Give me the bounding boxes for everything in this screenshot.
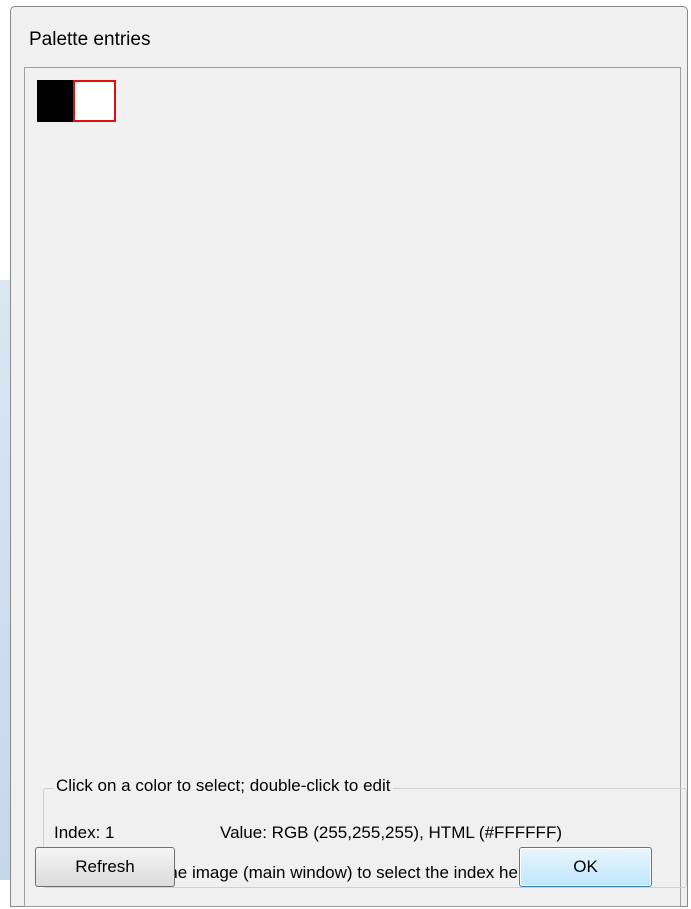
ok-button[interactable]: OK [519, 847, 652, 887]
refresh-button[interactable]: Refresh [35, 847, 175, 887]
palette-entries-window: Palette entries Click on a color to sele… [10, 6, 688, 907]
value-label: Value: RGB (255,255,255), HTML (#FFFFFF) [220, 823, 562, 842]
palette-swatch-0[interactable] [37, 80, 77, 122]
info-group-legend: Click on a color to select; double-click… [54, 776, 393, 796]
index-label: Index: 1 [54, 823, 115, 842]
palette-swatch-1-selected[interactable] [73, 80, 116, 122]
palette-grid[interactable]: Click on a color to select; double-click… [24, 67, 687, 907]
background-window-edge [0, 280, 10, 880]
window-title: Palette entries [29, 29, 151, 50]
